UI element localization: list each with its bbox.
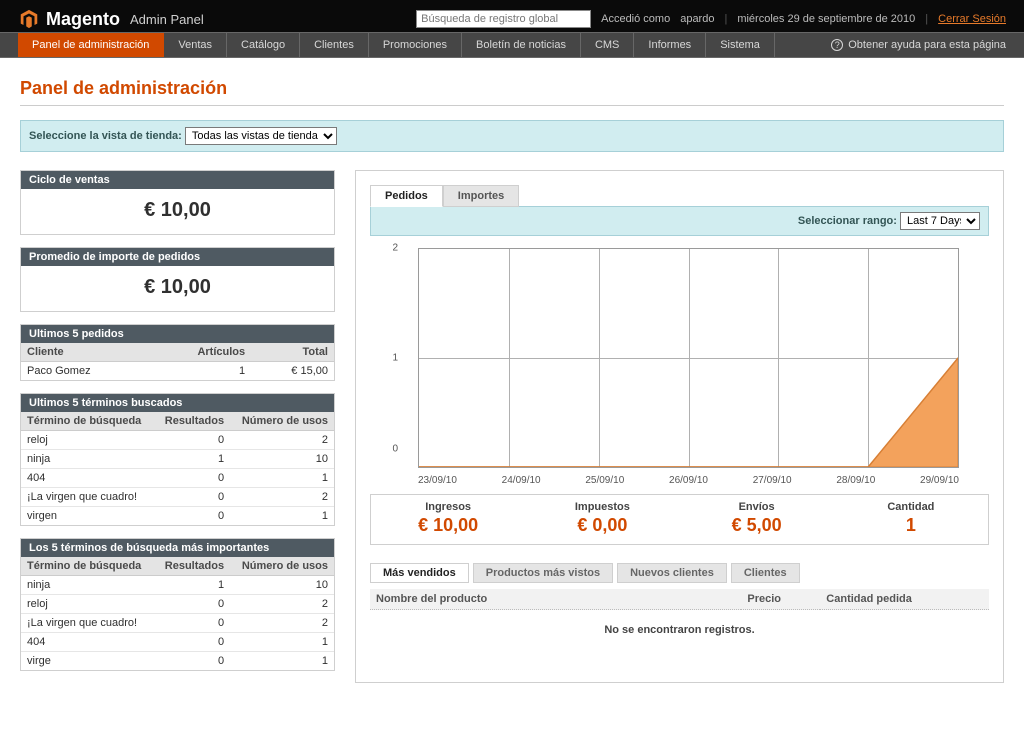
widget-head: Los 5 términos de búsqueda más important… xyxy=(21,539,334,557)
btab-new-customers[interactable]: Nuevos clientes xyxy=(617,563,727,583)
widget-last-orders: Ultimos 5 pedidos Cliente Artículos Tota… xyxy=(20,324,335,381)
col-price: Precio xyxy=(741,589,820,610)
x-tick: 29/09/10 xyxy=(920,475,959,486)
widget-avg-order: Promedio de importe de pedidos € 10,00 xyxy=(20,247,335,312)
col-uses: Número de usos xyxy=(230,412,334,431)
brand-text: Magento xyxy=(46,9,120,30)
logged-in-prefix: Accedió como xyxy=(601,13,670,25)
nav-customers[interactable]: Clientes xyxy=(300,33,369,57)
x-tick: 27/09/10 xyxy=(753,475,792,486)
sales-cycle-value: € 10,00 xyxy=(21,189,334,234)
table-row[interactable]: ¡La virgen que cuadro!02 xyxy=(21,488,334,507)
range-label: Seleccionar rango: xyxy=(798,215,897,227)
store-view-label: Seleccione la vista de tienda: xyxy=(29,130,182,142)
x-tick: 24/09/10 xyxy=(502,475,541,486)
col-total: Total xyxy=(251,343,334,362)
no-records: No se encontraron registros. xyxy=(370,610,989,651)
table-row[interactable]: 40401 xyxy=(21,633,334,652)
widget-sales-cycle: Ciclo de ventas € 10,00 xyxy=(20,170,335,235)
stat-qty: Cantidad 1 xyxy=(834,495,988,544)
nav-system[interactable]: Sistema xyxy=(706,33,775,57)
nav-sales[interactable]: Ventas xyxy=(164,33,227,57)
table-row[interactable]: ninja110 xyxy=(21,576,334,595)
title-rule xyxy=(20,105,1004,106)
y-tick: 0 xyxy=(392,444,398,455)
nav-promotions[interactable]: Promociones xyxy=(369,33,462,57)
stats-row: Ingresos € 10,00 Impuestos € 0,00 Envíos… xyxy=(370,494,989,545)
nav-newsletter[interactable]: Boletín de noticias xyxy=(462,33,581,57)
stat-shipping: Envíos € 5,00 xyxy=(680,495,834,544)
range-select[interactable]: Last 7 Days xyxy=(900,212,980,230)
x-tick: 26/09/10 xyxy=(669,475,708,486)
col-customer: Cliente xyxy=(21,343,150,362)
panel-label: Admin Panel xyxy=(130,12,204,27)
btab-most-viewed[interactable]: Productos más vistos xyxy=(473,563,613,583)
btab-customers[interactable]: Clientes xyxy=(731,563,800,583)
global-search-input[interactable] xyxy=(416,10,591,28)
header-date: miércoles 29 de septiembre de 2010 xyxy=(737,13,915,25)
nav-catalog[interactable]: Catálogo xyxy=(227,33,300,57)
y-tick: 2 xyxy=(392,243,398,254)
page-title: Panel de administración xyxy=(20,78,1004,99)
x-tick: 28/09/10 xyxy=(836,475,875,486)
chart-tabs: Pedidos Importes xyxy=(370,185,989,207)
tab-orders[interactable]: Pedidos xyxy=(370,185,443,207)
widget-head: Promedio de importe de pedidos xyxy=(21,248,334,266)
table-row[interactable]: reloj02 xyxy=(21,431,334,450)
y-tick: 1 xyxy=(392,353,398,364)
btab-bestsellers[interactable]: Más vendidos xyxy=(370,563,469,583)
stat-tax: Impuestos € 0,00 xyxy=(525,495,679,544)
nav-reports[interactable]: Informes xyxy=(634,33,706,57)
x-tick: 25/09/10 xyxy=(585,475,624,486)
col-results: Resultados xyxy=(155,557,230,576)
nav-cms[interactable]: CMS xyxy=(581,33,634,57)
chart-grid xyxy=(418,248,959,468)
table-row[interactable]: ninja110 xyxy=(21,450,334,469)
table-row[interactable]: reloj02 xyxy=(21,595,334,614)
col-term: Término de búsqueda xyxy=(21,412,155,431)
magento-icon xyxy=(18,8,40,30)
logo: Magento Admin Panel xyxy=(18,8,204,30)
store-view-select[interactable]: Todas las vistas de tienda xyxy=(185,127,337,145)
main-nav: Panel de administración Ventas Catálogo … xyxy=(0,32,1024,58)
col-results: Resultados xyxy=(155,412,230,431)
range-bar: Seleccionar rango: Last 7 Days xyxy=(370,206,989,236)
separator: | xyxy=(724,13,727,25)
bottom-tabs: Más vendidos Productos más vistos Nuevos… xyxy=(370,563,989,583)
widget-last-searches: Ultimos 5 términos buscados Término de b… xyxy=(20,393,335,526)
widget-top-searches: Los 5 términos de búsqueda más important… xyxy=(20,538,335,671)
col-items: Artículos xyxy=(150,343,252,362)
orders-chart: 2 1 0 xyxy=(400,244,959,484)
logged-in-user: apardo xyxy=(680,13,714,25)
table-row[interactable]: Paco Gomez 1 € 15,00 xyxy=(21,362,334,381)
nav-help-label: Obtener ayuda para esta página xyxy=(848,39,1006,51)
logout-link[interactable]: Cerrar Sesión xyxy=(938,13,1006,25)
table-row[interactable]: virge01 xyxy=(21,652,334,671)
admin-header: Magento Admin Panel Accedió como apardo … xyxy=(0,0,1024,32)
dashboard-right: Pedidos Importes Seleccionar rango: Last… xyxy=(355,170,1004,683)
help-icon: ? xyxy=(831,39,843,51)
separator: | xyxy=(925,13,928,25)
table-row[interactable]: virgen01 xyxy=(21,507,334,526)
store-view-bar: Seleccione la vista de tienda: Todas las… xyxy=(20,120,1004,152)
nav-dashboard[interactable]: Panel de administración xyxy=(18,33,164,57)
col-product-name: Nombre del producto xyxy=(370,589,741,610)
bestsellers-grid: Nombre del producto Precio Cantidad pedi… xyxy=(370,589,989,650)
stat-revenue: Ingresos € 10,00 xyxy=(371,495,525,544)
table-row[interactable]: ¡La virgen que cuadro!02 xyxy=(21,614,334,633)
col-uses: Número de usos xyxy=(230,557,334,576)
widget-head: Ultimos 5 pedidos xyxy=(21,325,334,343)
tab-amounts[interactable]: Importes xyxy=(443,185,519,207)
table-row[interactable]: 40401 xyxy=(21,469,334,488)
nav-help[interactable]: ? Obtener ayuda para esta página xyxy=(831,33,1006,57)
col-qty-ordered: Cantidad pedida xyxy=(820,589,989,610)
widget-head: Ciclo de ventas xyxy=(21,171,334,189)
x-tick: 23/09/10 xyxy=(418,475,457,486)
widget-head: Ultimos 5 términos buscados xyxy=(21,394,334,412)
avg-order-value: € 10,00 xyxy=(21,266,334,311)
col-term: Término de búsqueda xyxy=(21,557,155,576)
